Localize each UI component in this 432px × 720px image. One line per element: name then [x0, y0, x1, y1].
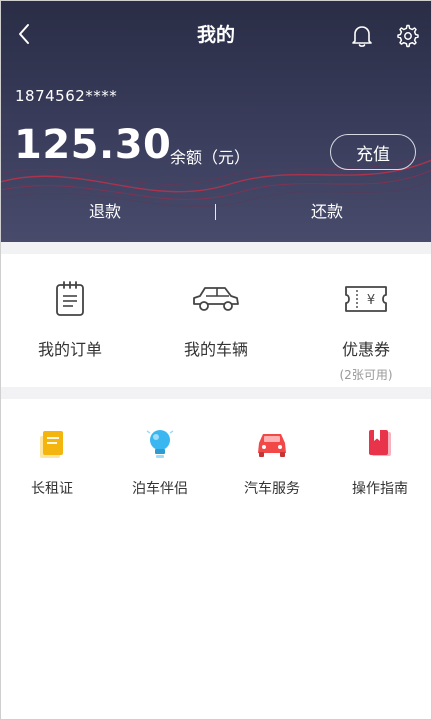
- long-term-permit-button[interactable]: 长租证: [0, 424, 104, 498]
- top-bar: 我的: [0, 0, 432, 70]
- section-gap: [0, 242, 432, 254]
- operation-guide-button[interactable]: 操作指南: [328, 424, 432, 498]
- car-service-label: 汽车服务: [244, 481, 300, 497]
- refund-repay-row: 退款 还款: [0, 196, 432, 228]
- account-header: 我的 1874562**** 125.30 余额（元） 充值 退款 还款: [0, 0, 432, 242]
- balance-amount: 125.30: [14, 122, 172, 168]
- lightbulb-icon: [108, 424, 212, 464]
- refund-button[interactable]: 退款: [0, 196, 210, 228]
- operation-guide-label: 操作指南: [352, 481, 408, 497]
- recharge-button[interactable]: 充值: [330, 134, 416, 170]
- coupons-label: 优惠券: [341, 340, 390, 359]
- parking-companion-button[interactable]: 泊车伴侣: [108, 424, 212, 498]
- account-number: 1874562****: [15, 87, 118, 105]
- repay-button[interactable]: 还款: [222, 196, 432, 228]
- card-icon: [0, 424, 104, 464]
- section-gap: [0, 387, 432, 399]
- svg-text:¥: ¥: [367, 293, 375, 308]
- my-vehicles-label: 我的车辆: [183, 340, 248, 359]
- my-orders-button[interactable]: 我的订单: [0, 278, 140, 360]
- notifications-button[interactable]: [346, 20, 378, 52]
- book-icon: [328, 424, 432, 464]
- coupon-icon: ¥: [296, 278, 432, 320]
- gear-icon: [397, 24, 419, 48]
- coupons-available-count: (2张可用): [339, 368, 393, 382]
- my-vehicles-button[interactable]: 我的车辆: [146, 278, 286, 360]
- divider: [215, 204, 216, 220]
- car-icon: [146, 278, 286, 320]
- coupons-button[interactable]: ¥ 优惠券 (2张可用): [296, 278, 432, 383]
- car-service-button[interactable]: 汽车服务: [220, 424, 324, 498]
- balance-label: 余额（元）: [170, 148, 251, 167]
- parking-companion-label: 泊车伴侣: [132, 481, 188, 497]
- car-service-icon: [220, 424, 324, 464]
- bell-icon: [352, 26, 372, 47]
- clipboard-icon: [0, 278, 140, 320]
- settings-button[interactable]: [392, 20, 424, 52]
- my-orders-label: 我的订单: [37, 340, 102, 359]
- long-term-permit-label: 长租证: [31, 481, 73, 497]
